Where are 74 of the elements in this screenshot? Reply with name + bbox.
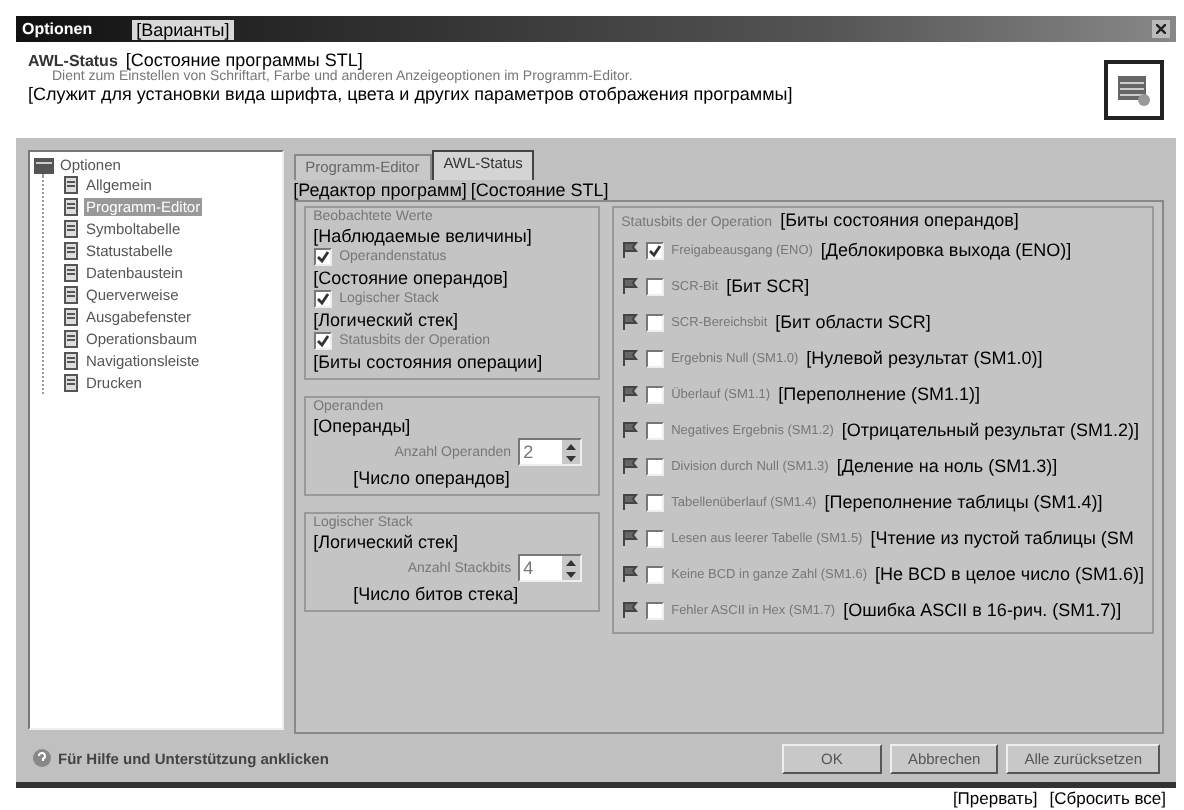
flag-icon	[621, 242, 638, 258]
annotation-label: [Деблокировка выхода (ENO)]	[820, 240, 1072, 260]
checkbox[interactable]	[645, 241, 664, 259]
page-icon	[64, 264, 78, 282]
flag-icon	[621, 602, 638, 618]
flag-icon	[621, 458, 638, 474]
checkbox[interactable]	[645, 529, 664, 547]
annotation-label: [Чтение из пустой таблицы (SM	[870, 528, 1134, 548]
annotation-label: [Операнды]	[313, 416, 413, 436]
flag-icon	[621, 386, 638, 402]
page-icon	[64, 176, 78, 194]
flag-icon	[621, 278, 638, 294]
annotation-label: [Нулевой результат (SM1.0)]	[806, 348, 1043, 368]
page-icon	[64, 352, 78, 370]
page-icon	[64, 198, 78, 216]
checkbox[interactable]	[645, 313, 664, 331]
down-arrow-icon	[565, 455, 576, 461]
flag-icon	[621, 566, 638, 582]
checkbox[interactable]	[645, 457, 664, 475]
window-title: Optionen	[22, 20, 93, 38]
page-icon	[64, 308, 78, 326]
down-arrow-icon	[565, 571, 576, 577]
page-icon	[64, 220, 78, 238]
up-arrow-icon	[565, 443, 576, 449]
annotation-label: [Логический стек]	[313, 310, 460, 330]
annotation-label: [Отрицательный результат (SM1.2)]	[841, 420, 1139, 440]
annotation-label: [Состояние программы STL]	[125, 50, 363, 70]
annotation-label: [Биты состояния операндов]	[780, 210, 1019, 230]
checkbox[interactable]	[645, 349, 664, 367]
flag-icon	[621, 314, 638, 330]
annotation-label: [Ошибка ASCII в 16-рич. (SM1.7)]	[843, 600, 1122, 620]
flag-icon	[621, 350, 638, 366]
annotation-label: [Деление на ноль (SM1.3)]	[836, 456, 1058, 476]
page-icon	[64, 374, 78, 392]
close-icon	[1156, 24, 1166, 34]
page-icon	[64, 286, 78, 304]
page-icon	[64, 330, 78, 348]
annotation-label: [Переполнение таблицы (SM1.4)]	[824, 492, 1103, 512]
checkbox[interactable]	[313, 248, 332, 266]
checkbox[interactable]	[645, 277, 664, 295]
annotation-label: [Состояние операндов]	[313, 268, 510, 288]
annotation-label: [Наблюдаемые величины]	[313, 226, 534, 246]
close-button[interactable]	[1152, 20, 1170, 38]
checkbox[interactable]	[645, 385, 664, 403]
checkbox[interactable]	[645, 565, 664, 583]
spin-field[interactable]: 2	[517, 438, 582, 466]
checkbox[interactable]	[645, 421, 664, 439]
flag-icon	[621, 530, 638, 546]
checkbox[interactable]	[645, 601, 664, 619]
settings-window-icon	[1104, 60, 1164, 120]
annotation-label: [Биты состояния операции]	[313, 352, 545, 372]
annotation-label: [Служит для установки вида шрифта, цвета и других параметров отображения программы]	[28, 84, 795, 104]
annotation-label: [Прервать]	[952, 788, 1038, 808]
annotation-label: [Переполнение (SM1.1)]	[778, 384, 980, 404]
spin-field[interactable]: 4	[517, 554, 582, 582]
annotation-label: [Варианты]	[132, 19, 234, 39]
flag-icon	[621, 494, 638, 510]
annotation-label: [Число операндов]	[351, 468, 512, 488]
annotation-label: [Сбросить все]	[1049, 788, 1166, 808]
checkbox[interactable]	[313, 290, 332, 308]
annotation-label: [Логический стек]	[313, 532, 460, 552]
annotation-label: [Бит SCR]	[726, 276, 810, 296]
annotation-label: [Не BCD в целое число (SM1.6)]	[875, 564, 1144, 584]
flag-icon	[621, 422, 638, 438]
page-icon	[64, 242, 78, 260]
header-title: AWL-Status	[28, 52, 118, 70]
checkbox[interactable]	[645, 493, 664, 511]
annotation-label: [Число битов стека]	[351, 584, 521, 604]
checkbox[interactable]	[313, 332, 332, 350]
annotation-label: [Бит области SCR]	[775, 312, 931, 332]
annotation-label: [Состояние STL]	[470, 180, 609, 200]
up-arrow-icon	[565, 559, 576, 565]
help-icon	[32, 748, 52, 768]
annotation-label: [Редактор программ]	[293, 180, 467, 200]
